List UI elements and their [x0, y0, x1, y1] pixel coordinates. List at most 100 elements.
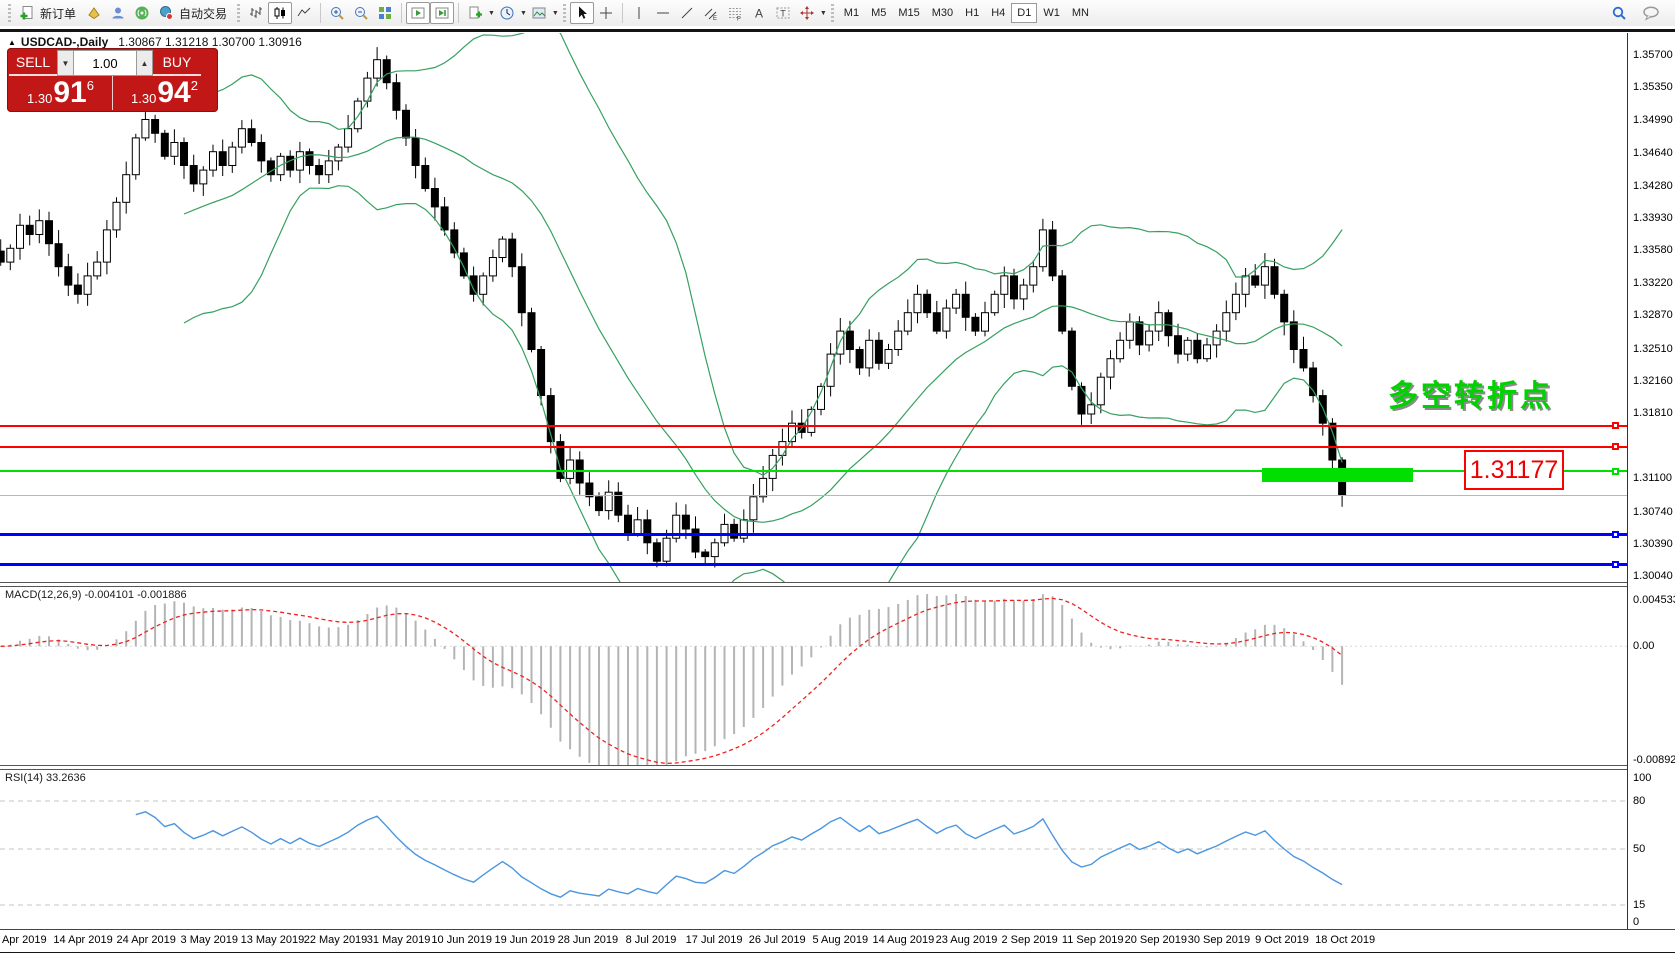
autotrading-button[interactable] — [154, 2, 178, 24]
chevron-down-icon[interactable]: ▼ — [820, 10, 827, 17]
trendline-icon — [679, 5, 695, 21]
new-order-label[interactable]: 新订单 — [40, 5, 76, 22]
timeframe-group: M1M5M15M30H1H4D1W1MN — [838, 3, 1095, 23]
buy-price-button[interactable]: 1.30 94 2 — [113, 76, 216, 110]
price-axis-tick: 1.33220 — [1633, 277, 1673, 289]
date-label: 14 Apr 2019 — [53, 934, 112, 946]
price-axis-tick: 1.30390 — [1633, 538, 1673, 550]
collapse-arrow-icon[interactable]: ▲ — [8, 38, 16, 47]
templates-button[interactable] — [527, 2, 551, 24]
date-label: 23 Aug 2019 — [936, 934, 998, 946]
time-axis[interactable]: 4 Apr 201914 Apr 201924 Apr 20193 May 20… — [0, 929, 1675, 952]
toolbar-separator — [320, 3, 321, 23]
chevron-down-icon[interactable]: ▼ — [488, 10, 495, 17]
tile-windows-button[interactable] — [373, 2, 397, 24]
new-order-button[interactable] — [15, 2, 39, 24]
price-callout-box[interactable]: 1.31177 — [1464, 450, 1564, 490]
buy-button[interactable]: BUY — [153, 50, 201, 76]
line-chart-button[interactable] — [292, 2, 316, 24]
signals-button[interactable] — [130, 2, 154, 24]
timeframe-button-m15[interactable]: M15 — [892, 3, 925, 23]
rsi-pane[interactable] — [0, 769, 1627, 929]
mt4-application: 新订单 自动交易 — [0, 0, 1675, 953]
bar-chart-button[interactable] — [244, 2, 268, 24]
text-icon: A — [751, 5, 767, 21]
text-label-button[interactable]: T — [771, 2, 795, 24]
date-label: 22 May 2019 — [304, 934, 368, 946]
macd-axis-tick: 0.00 — [1633, 640, 1654, 652]
highlight-segment[interactable] — [1262, 468, 1413, 482]
search-button[interactable] — [1607, 2, 1631, 24]
horizontal-line-button[interactable] — [651, 2, 675, 24]
toolbar-grip — [8, 4, 11, 22]
crosshair-button[interactable] — [594, 2, 618, 24]
vertical-line-button[interactable] — [627, 2, 651, 24]
trendline-button[interactable] — [675, 2, 699, 24]
timeframe-button-w1[interactable]: W1 — [1037, 3, 1066, 23]
candlestick-button[interactable] — [268, 2, 292, 24]
zoom-out-button[interactable] — [349, 2, 373, 24]
volume-input[interactable] — [74, 50, 136, 76]
svg-text:A: A — [755, 7, 763, 21]
timeframe-button-m30[interactable]: M30 — [926, 3, 959, 23]
price-axis-tick: 1.35700 — [1633, 49, 1673, 61]
rsi-axis-tick: 80 — [1633, 795, 1645, 807]
date-label: 11 Sep 2019 — [1062, 934, 1124, 946]
auto-scroll-button[interactable] — [406, 2, 430, 24]
periods-button[interactable] — [495, 2, 519, 24]
date-label: 4 Apr 2019 — [0, 934, 47, 946]
one-click-trade-panel: SELL ▼ ▲ BUY 1.30 91 6 1.30 94 2 — [7, 48, 218, 112]
chart-shift-button[interactable] — [430, 2, 454, 24]
metaeditor-button[interactable] — [82, 2, 106, 24]
candlestick-chart[interactable] — [0, 33, 1627, 583]
chevron-down-icon[interactable]: ▼ — [552, 10, 559, 17]
chat-button[interactable] — [1639, 2, 1663, 24]
arrows-button[interactable] — [795, 2, 819, 24]
macd-axis-tick: -0.008928 — [1633, 754, 1675, 766]
timeframe-button-h1[interactable]: H1 — [959, 3, 985, 23]
cursor-icon — [574, 5, 590, 21]
timeframe-button-mn[interactable]: MN — [1066, 3, 1095, 23]
cursor-button[interactable] — [570, 2, 594, 24]
date-label: 13 May 2019 — [241, 934, 305, 946]
date-label: 24 Apr 2019 — [117, 934, 176, 946]
price-axis[interactable]: 1.316701.314451.311771.309161.304921.301… — [1627, 32, 1675, 929]
profile-icon — [110, 5, 126, 21]
timeframe-button-m5[interactable]: M5 — [865, 3, 892, 23]
zoom-in-button[interactable] — [325, 2, 349, 24]
fibonacci-button[interactable]: F — [723, 2, 747, 24]
autotrading-icon — [158, 5, 174, 21]
profile-button[interactable] — [106, 2, 130, 24]
date-label: 2 Sep 2019 — [1001, 934, 1057, 946]
zoom-in-icon — [329, 5, 345, 21]
new-chart-button[interactable] — [463, 2, 487, 24]
periods-icon — [499, 5, 515, 21]
date-label: 17 Jul 2019 — [686, 934, 743, 946]
autotrading-label[interactable]: 自动交易 — [179, 5, 227, 22]
price-axis-tick: 1.32870 — [1633, 309, 1673, 321]
sell-price-button[interactable]: 1.30 91 6 — [9, 76, 113, 110]
text-button[interactable]: A — [747, 2, 771, 24]
turning-point-annotation[interactable]: 多空转折点 — [1388, 371, 1553, 415]
candlestick-icon — [272, 5, 288, 21]
chevron-down-icon[interactable]: ▼ — [520, 10, 527, 17]
timeframe-button-h4[interactable]: H4 — [985, 3, 1011, 23]
date-label: 9 Oct 2019 — [1255, 934, 1309, 946]
vertical-line-icon — [631, 5, 647, 21]
timeframe-button-m1[interactable]: M1 — [838, 3, 865, 23]
sell-button[interactable]: SELL — [9, 50, 57, 76]
volume-decrease-button[interactable]: ▼ — [57, 50, 74, 76]
macd-pane[interactable] — [0, 586, 1627, 765]
date-label: 20 Sep 2019 — [1125, 934, 1187, 946]
volume-increase-button[interactable]: ▲ — [136, 50, 153, 76]
macd-label: MACD(12,26,9) -0.004101 -0.001886 — [5, 589, 187, 601]
date-label: 8 Jul 2019 — [626, 934, 677, 946]
toolbar-separator — [401, 3, 402, 23]
metaeditor-icon — [86, 5, 102, 21]
date-label: 5 Aug 2019 — [812, 934, 868, 946]
tile-windows-icon — [377, 5, 393, 21]
equidistant-channel-button[interactable]: E — [699, 2, 723, 24]
equidistant-channel-icon: E — [703, 5, 719, 21]
timeframe-button-d1[interactable]: D1 — [1011, 3, 1037, 23]
rsi-label: RSI(14) 33.2636 — [5, 772, 86, 784]
